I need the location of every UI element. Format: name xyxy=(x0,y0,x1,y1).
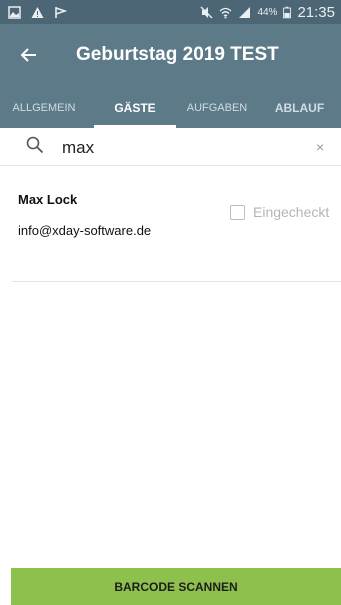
status-left-icons xyxy=(8,5,67,19)
battery-icon xyxy=(283,6,292,18)
guest-list-item[interactable]: Max Lock info@xday-software.de Eingechec… xyxy=(12,176,341,282)
guest-name: Max Lock xyxy=(18,192,78,207)
tab-gaeste[interactable]: GÄSTE xyxy=(94,90,176,128)
page-title: Geburtstag 2019 TEST xyxy=(76,44,279,65)
barcode-scan-button[interactable]: BARCODE SCANNEN xyxy=(11,568,341,605)
checkin-label: Eingecheckt xyxy=(253,204,330,220)
warning-icon xyxy=(31,6,44,18)
tab-aufgaben[interactable]: AUFGABEN xyxy=(176,90,258,128)
status-bar: 44% 21:35 xyxy=(0,0,341,24)
tab-allgemein[interactable]: ALLGEMEIN xyxy=(0,90,88,128)
guest-email: info@xday-software.de xyxy=(18,223,152,238)
search-icon xyxy=(26,136,44,154)
signal-icon xyxy=(239,6,251,18)
back-button[interactable] xyxy=(16,42,42,68)
image-icon xyxy=(8,5,21,19)
battery-percent: 44% xyxy=(257,6,278,18)
search-bar[interactable]: max × xyxy=(0,128,341,166)
tab-ablauf[interactable]: ABLAUF xyxy=(258,90,341,128)
flag-icon xyxy=(55,6,67,18)
checkin-checkbox[interactable] xyxy=(230,204,245,220)
search-input[interactable]: max xyxy=(62,138,94,158)
app-bar: Geburtstag 2019 TEST xyxy=(0,24,341,90)
checkin-toggle[interactable]: Eingecheckt xyxy=(230,204,329,220)
wifi-icon xyxy=(220,7,232,18)
status-time: 21:35 xyxy=(297,3,335,21)
arrow-left-icon xyxy=(20,48,36,62)
clear-search-icon[interactable]: × xyxy=(316,139,324,155)
mute-icon xyxy=(200,6,213,18)
status-right-icons: 44% 21:35 xyxy=(200,4,335,21)
tab-bar: ALLGEMEIN GÄSTE AUFGABEN ABLAUF xyxy=(0,90,341,128)
